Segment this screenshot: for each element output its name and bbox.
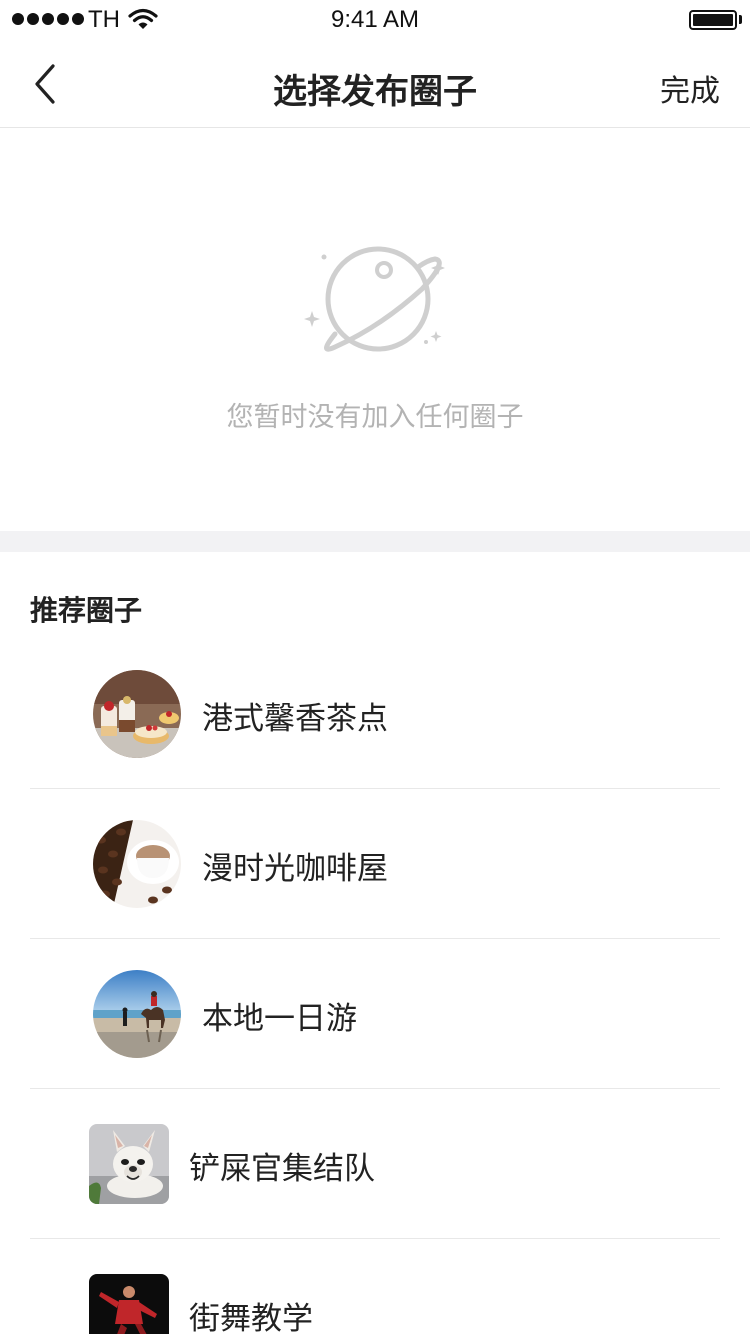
avatar bbox=[93, 970, 181, 1058]
list-item-label: 街舞教学 bbox=[189, 1301, 313, 1334]
battery-nub bbox=[739, 15, 742, 24]
empty-state: 您暂时没有加入任何圈子 bbox=[0, 129, 750, 531]
avatar bbox=[89, 1124, 169, 1204]
section-divider bbox=[0, 531, 750, 552]
list-item-label: 本地一日游 bbox=[202, 1001, 357, 1037]
navigation-bar: 选择发布圈子 完成 bbox=[0, 40, 750, 128]
list-item-label: 港式馨香茶点 bbox=[202, 701, 388, 737]
planet-icon bbox=[304, 246, 445, 352]
avatar bbox=[93, 820, 181, 908]
list-item[interactable]: 铲屎官集结队 bbox=[0, 1089, 750, 1239]
page-title: 选择发布圈子 bbox=[273, 72, 477, 112]
avatar bbox=[93, 670, 181, 758]
avatar bbox=[89, 1274, 169, 1334]
recommended-list: 港式馨香茶点 漫时光咖啡屋 本地一日游 铲屎官集结队 街舞教学 bbox=[0, 639, 750, 1334]
list-item-label: 铲屎官集结队 bbox=[189, 1151, 375, 1187]
recommended-section-title: 推荐圈子 bbox=[30, 594, 143, 627]
battery-icon bbox=[689, 10, 737, 30]
done-button[interactable]: 完成 bbox=[660, 66, 720, 110]
status-time: 9:41 AM bbox=[330, 6, 420, 33]
list-item[interactable]: 漫时光咖啡屋 bbox=[0, 789, 750, 939]
list-item-label: 漫时光咖啡屋 bbox=[202, 851, 388, 887]
list-item[interactable]: 港式馨香茶点 bbox=[0, 639, 750, 789]
empty-state-message: 您暂时没有加入任何圈子 bbox=[226, 402, 524, 433]
status-bar: TH 9:41 AM bbox=[0, 0, 750, 40]
screen: TH 9:41 AM 选择发布圈子 完成 您暂时没有加入任何圈子 推荐圈子 港式… bbox=[0, 0, 750, 1334]
list-item[interactable]: 本地一日游 bbox=[0, 939, 750, 1089]
list-item[interactable]: 街舞教学 bbox=[0, 1239, 750, 1334]
